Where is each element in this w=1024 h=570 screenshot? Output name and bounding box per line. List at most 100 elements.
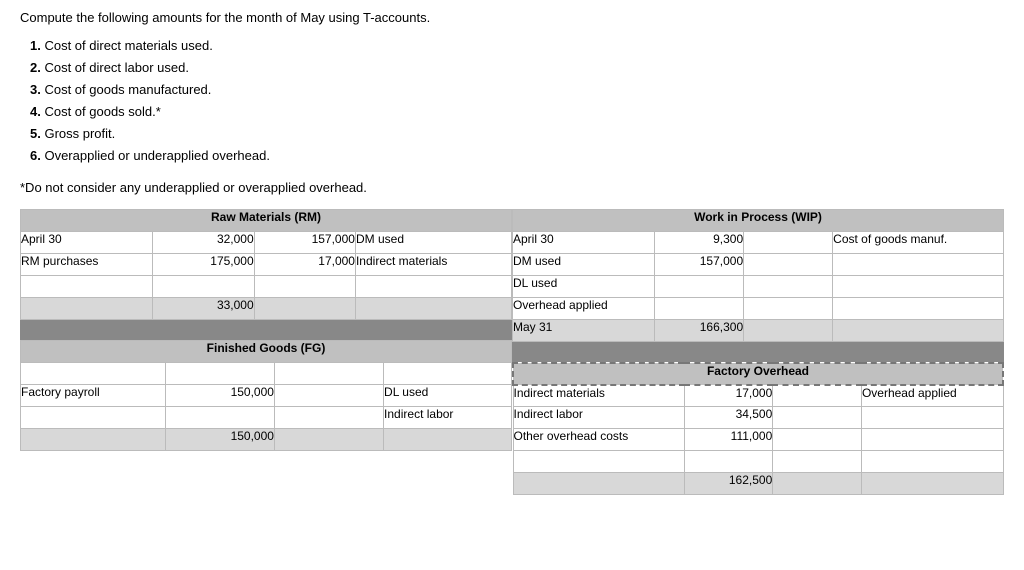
wip-row2-left-label: DM used [513,253,655,275]
wip-row4-right-val [744,297,833,319]
factory-overhead-header: Factory Overhead [513,363,1003,385]
fo-row3-right-val [773,429,862,451]
finished-goods-table: Finished Goods (FG) Factory payroll 150,… [20,340,512,451]
fo-row2-left-label: Indirect labor [513,407,684,429]
wip-row1-right-val [744,231,833,253]
fg-row3-right-label: Indirect labor [384,406,512,428]
t-accounts-container: Raw Materials (RM) April 30 32,000 157,0… [20,209,1004,496]
table-row: RM purchases 175,000 17,000 Indirect mat… [21,253,512,275]
table-row: April 30 9,300 Cost of goods manuf. [513,231,1004,253]
table-row: Factory payroll 150,000 DL used [21,384,512,406]
fo-row3-right-label [861,429,1003,451]
rm-row1-left-val: 32,000 [153,231,254,253]
wip-row1-right-label: Cost of goods manuf. [833,231,1004,253]
fo-row4-right-val [773,451,862,473]
rm-row1-left-label: April 30 [21,231,153,253]
fo-total-left-val: 162,500 [684,473,773,495]
wip-row3-right-val [744,275,833,297]
fg-total-right-val [274,428,383,450]
table-row: DL used [513,275,1004,297]
table-row: 162,500 [513,473,1003,495]
spacer [513,341,1004,349]
spacer [21,319,512,327]
table-row: May 31 166,300 [513,319,1004,341]
fo-total-right-val [773,473,862,495]
fo-row2-right-val [773,407,862,429]
table-row: 33,000 [21,297,512,319]
fo-total-left-label [513,473,684,495]
fo-row1-left-val: 17,000 [684,385,773,407]
fg-total-right-label [384,428,512,450]
fo-row4-left-label [513,451,684,473]
fo-row3-left-label: Other overhead costs [513,429,684,451]
rm-row3-right-label [355,275,511,297]
wip-table: Work in Process (WIP) April 30 9,300 Cos… [512,209,1004,350]
rm-row3-right-val [254,275,355,297]
fg-total-left-label [21,428,166,450]
wip-row1-left-val: 9,300 [655,231,744,253]
rm-row3-left-label [21,275,153,297]
rm-total-right-label [355,297,511,319]
finished-goods-header: Finished Goods (FG) [21,340,512,362]
rm-row2-right-label: Indirect materials [355,253,511,275]
wip-row1-left-label: April 30 [513,231,655,253]
rm-total-right-val [254,297,355,319]
fo-row1-right-label: Overhead applied [861,385,1003,407]
footnote: *Do not consider any underapplied or ove… [20,180,1004,195]
fg-row2-right-val [274,384,383,406]
wip-row4-left-label: Overhead applied [513,297,655,319]
fg-row3-left-val [165,406,274,428]
rm-row3-left-val [153,275,254,297]
rm-row1-right-label: DM used [355,231,511,253]
wip-row2-left-val: 157,000 [655,253,744,275]
fg-row1-left-val [165,362,274,384]
fg-total-left-val: 150,000 [165,428,274,450]
fo-row3-left-val: 111,000 [684,429,773,451]
fg-row1-left-label [21,362,166,384]
wip-row2-right-val [744,253,833,275]
rm-row2-left-label: RM purchases [21,253,153,275]
fo-row1-left-label: Indirect materials [513,385,684,407]
table-row [513,451,1003,473]
fo-row1-right-val [773,385,862,407]
wip-row5-left-label: May 31 [513,319,655,341]
fg-row3-left-label [21,406,166,428]
table-row: Other overhead costs 111,000 [513,429,1003,451]
rm-total-left-val: 33,000 [153,297,254,319]
fo-row4-left-val [684,451,773,473]
table-row: April 30 32,000 157,000 DM used [21,231,512,253]
rm-total-left-label [21,297,153,319]
raw-materials-table: Raw Materials (RM) April 30 32,000 157,0… [20,209,512,328]
intro-text: Compute the following amounts for the mo… [20,10,1004,25]
table-row: Indirect labor 34,500 [513,407,1003,429]
raw-materials-header: Raw Materials (RM) [21,209,512,231]
factory-overhead-table: Factory Overhead Indirect materials 17,0… [512,362,1004,496]
table-row: DM used 157,000 [513,253,1004,275]
fg-row3-right-val [274,406,383,428]
wip-row5-right-val [744,319,833,341]
rm-row1-right-val: 157,000 [254,231,355,253]
fg-row1-right-label [384,362,512,384]
wip-row5-right-label [833,319,1004,341]
fg-row2-left-label: Factory payroll [21,384,166,406]
table-row: Indirect labor [21,406,512,428]
fo-row4-right-label [861,451,1003,473]
wip-row4-left-val [655,297,744,319]
numbered-list: 1. Cost of direct materials used. 2. Cos… [30,35,1004,168]
fo-row2-left-val: 34,500 [684,407,773,429]
table-row: Indirect materials 17,000 Overhead appli… [513,385,1003,407]
fg-row1-right-val [274,362,383,384]
wip-row5-left-val: 166,300 [655,319,744,341]
wip-row3-right-label [833,275,1004,297]
fg-row2-left-val: 150,000 [165,384,274,406]
fg-row2-right-label: DL used [384,384,512,406]
wip-row2-right-label [833,253,1004,275]
table-row: 150,000 [21,428,512,450]
wip-row3-left-val [655,275,744,297]
wip-row3-left-label: DL used [513,275,655,297]
fo-row2-right-label [861,407,1003,429]
wip-row4-right-label [833,297,1004,319]
table-row [21,362,512,384]
wip-header: Work in Process (WIP) [513,209,1004,231]
rm-row2-left-val: 175,000 [153,253,254,275]
